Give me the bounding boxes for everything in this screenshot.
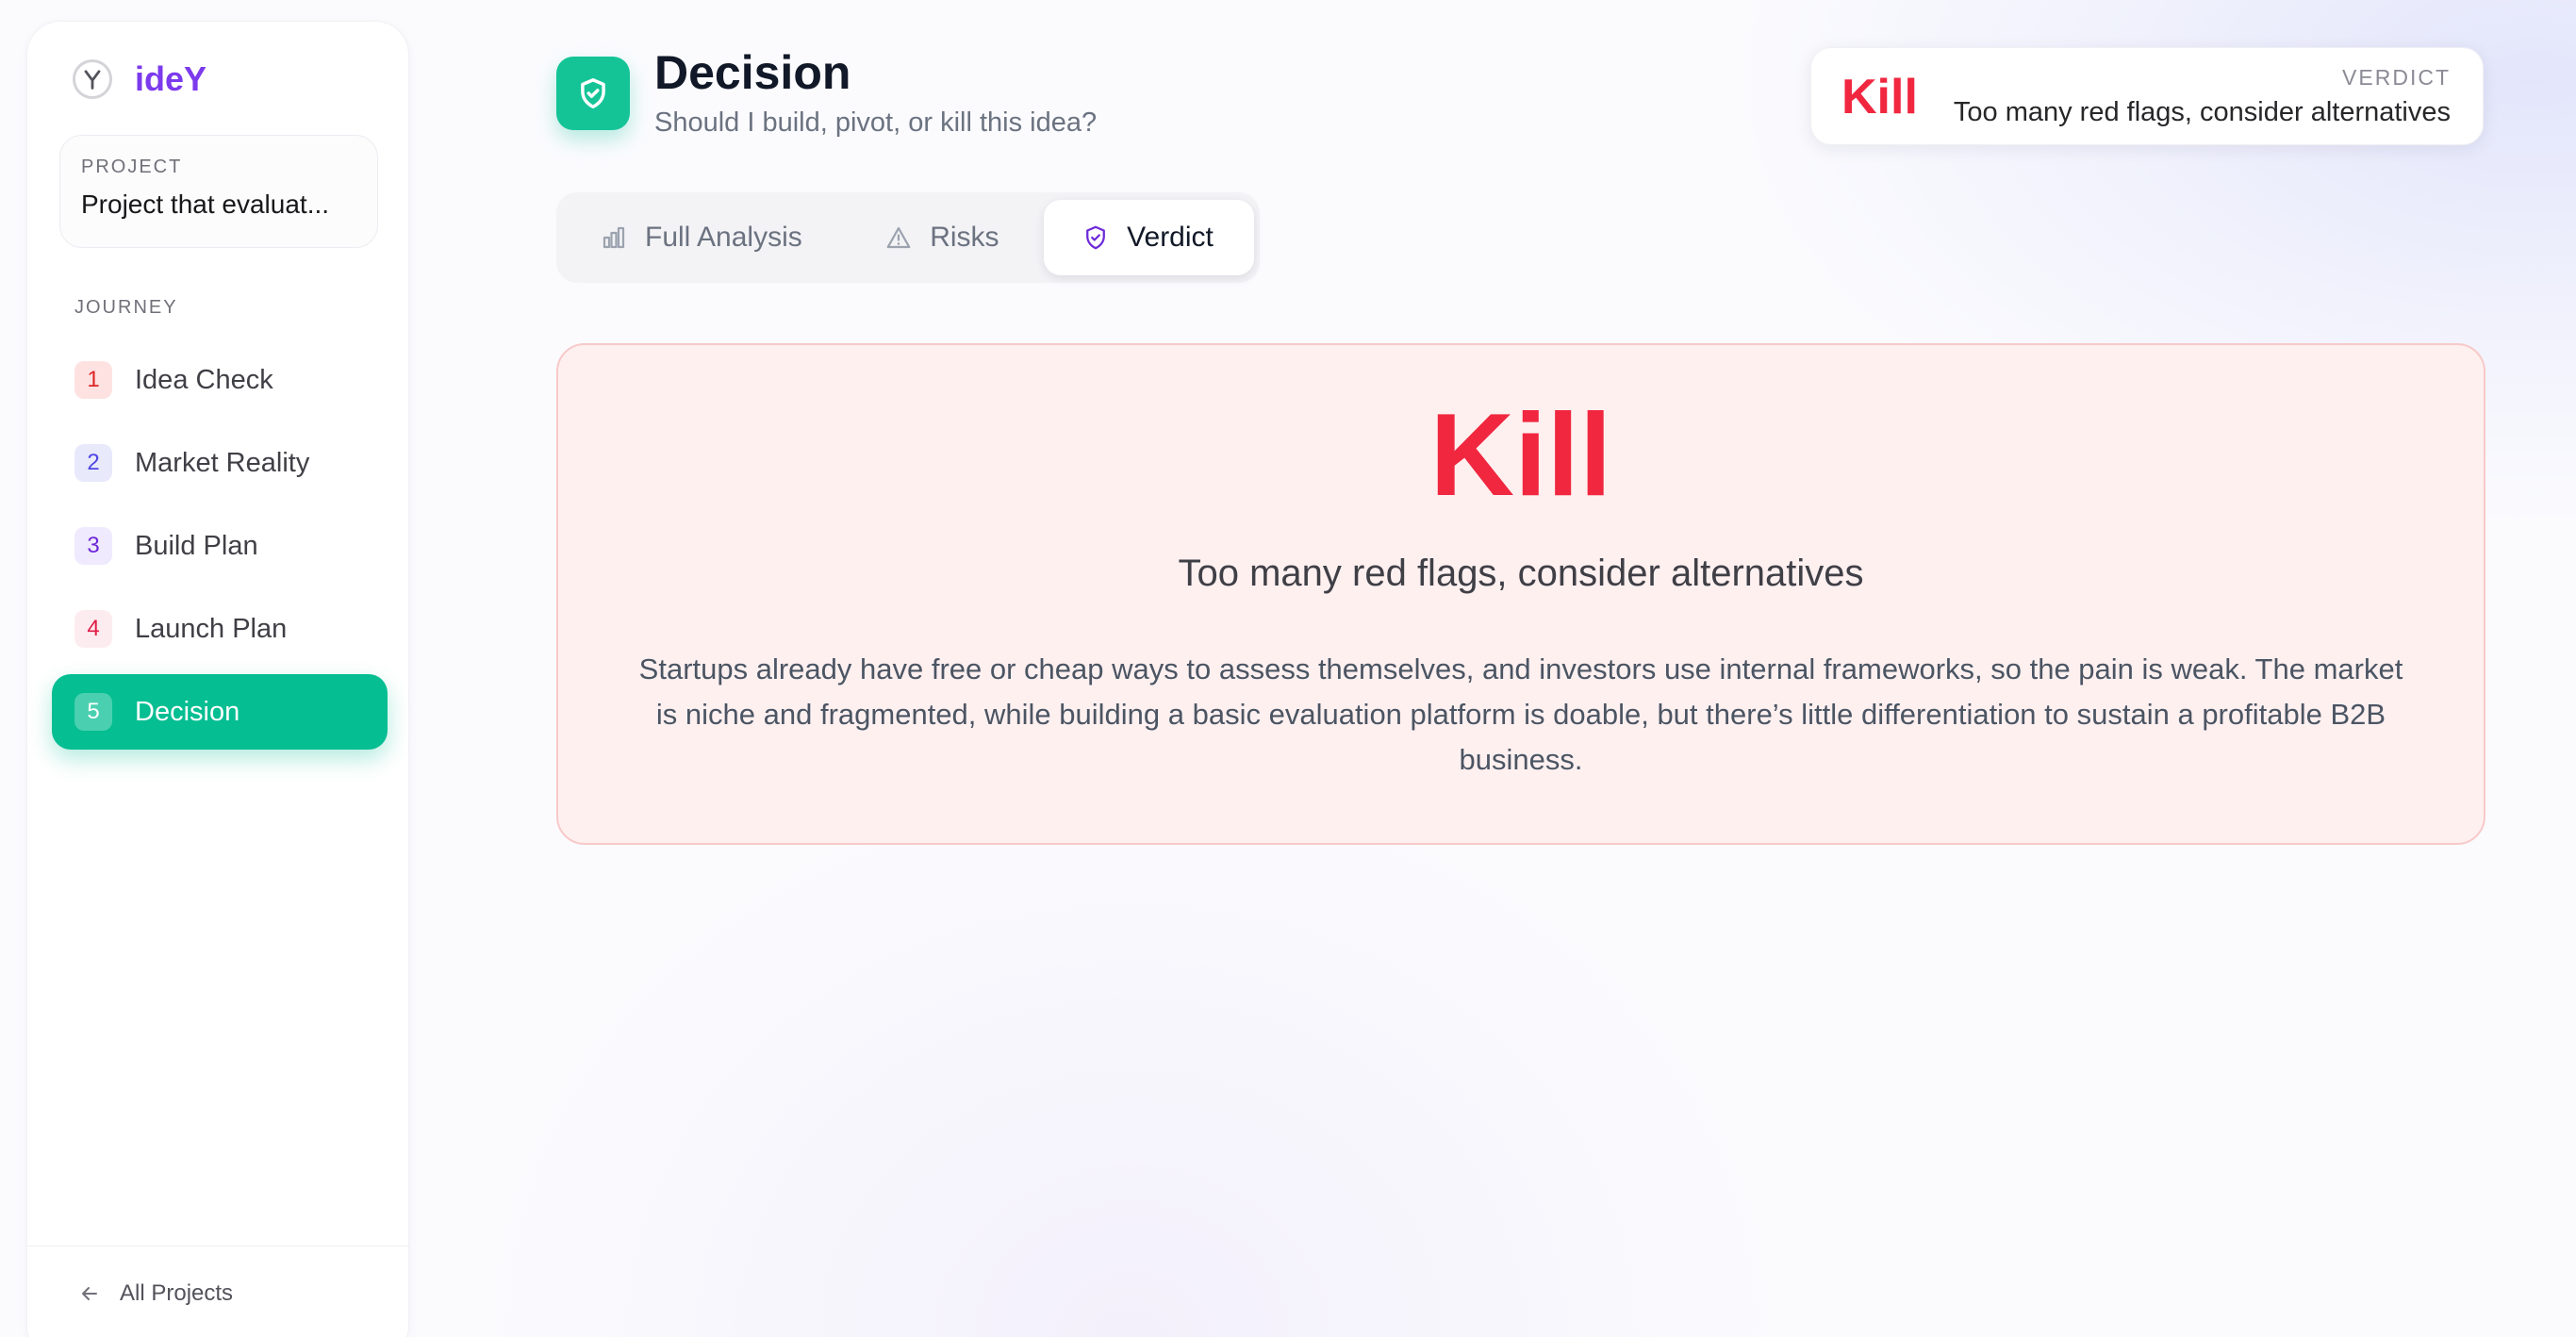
sidebar-item-label: Build Plan	[135, 530, 258, 561]
y-logo-icon	[73, 59, 112, 99]
step-number: 1	[74, 361, 112, 399]
arrow-left-icon	[82, 1287, 97, 1300]
verdict-panel: Kill Too many red flags, consider altern…	[556, 343, 2485, 845]
page-title: Decision	[654, 46, 851, 99]
verdict-badge-value: Kill	[1841, 70, 1918, 124]
tab-label: Risks	[930, 222, 999, 253]
tab-label: Full Analysis	[645, 222, 802, 253]
verdict-badge: Kill VERDICT Too many red flags, conside…	[1810, 47, 2484, 145]
tab-verdict[interactable]: Verdict	[1044, 200, 1254, 275]
brand-name: ideY	[135, 59, 207, 98]
warning-triangle-icon	[886, 226, 911, 249]
tab-bar: Full Analysis Risks Verdict	[556, 192, 1260, 283]
sidebar-item-label: Launch Plan	[135, 613, 288, 644]
sidebar-item-label: Idea Check	[135, 364, 273, 395]
tab-risks[interactable]: Risks	[847, 200, 1044, 275]
verdict-tagline: Too many red flags, consider alternative…	[1178, 553, 1864, 594]
tab-full-analysis[interactable]: Full Analysis	[562, 200, 847, 275]
step-number: 4	[74, 610, 112, 648]
brand[interactable]: ideY	[73, 59, 206, 99]
journey-nav: 1 Idea Check 2 Market Reality 3 Build Pl…	[52, 342, 388, 757]
all-projects-label: All Projects	[120, 1280, 234, 1306]
shield-icon	[1086, 225, 1106, 250]
sidebar-item-idea-check[interactable]: 1 Idea Check	[52, 342, 388, 418]
sidebar: ideY PROJECT Project that evaluat... JOU…	[26, 21, 410, 1337]
sidebar-item-launch-plan[interactable]: 4 Launch Plan	[52, 591, 388, 667]
all-projects-link[interactable]: All Projects	[78, 1280, 233, 1307]
shield-check-icon	[556, 57, 630, 130]
verdict-explanation: Startups already have free or cheap ways…	[638, 652, 2403, 776]
tab-label: Verdict	[1127, 222, 1214, 253]
sidebar-item-label: Decision	[135, 696, 240, 727]
verdict-badge-summary: Too many red flags, consider alternative…	[1953, 97, 2451, 127]
sidebar-item-market-reality[interactable]: 2 Market Reality	[52, 425, 388, 501]
step-number: 2	[74, 444, 112, 482]
background-glow-bottom	[471, 771, 1792, 1337]
journey-label: JOURNEY	[74, 297, 178, 318]
verdict-badge-label: VERDICT	[2342, 65, 2451, 90]
sidebar-item-decision[interactable]: 5 Decision	[52, 674, 388, 750]
verdict-heading: Kill	[1429, 390, 1612, 520]
sidebar-footer: All Projects	[27, 1246, 410, 1337]
project-label: PROJECT	[81, 157, 183, 177]
bar-chart-icon	[603, 226, 625, 249]
project-name: Project that evaluat...	[81, 190, 330, 219]
page-subtitle: Should I build, pivot, or kill this idea…	[654, 107, 1098, 138]
sidebar-item-label: Market Reality	[135, 447, 310, 478]
step-number: 3	[74, 527, 112, 565]
step-number: 5	[74, 693, 112, 731]
project-card[interactable]: PROJECT Project that evaluat...	[59, 135, 378, 248]
sidebar-item-build-plan[interactable]: 3 Build Plan	[52, 508, 388, 584]
